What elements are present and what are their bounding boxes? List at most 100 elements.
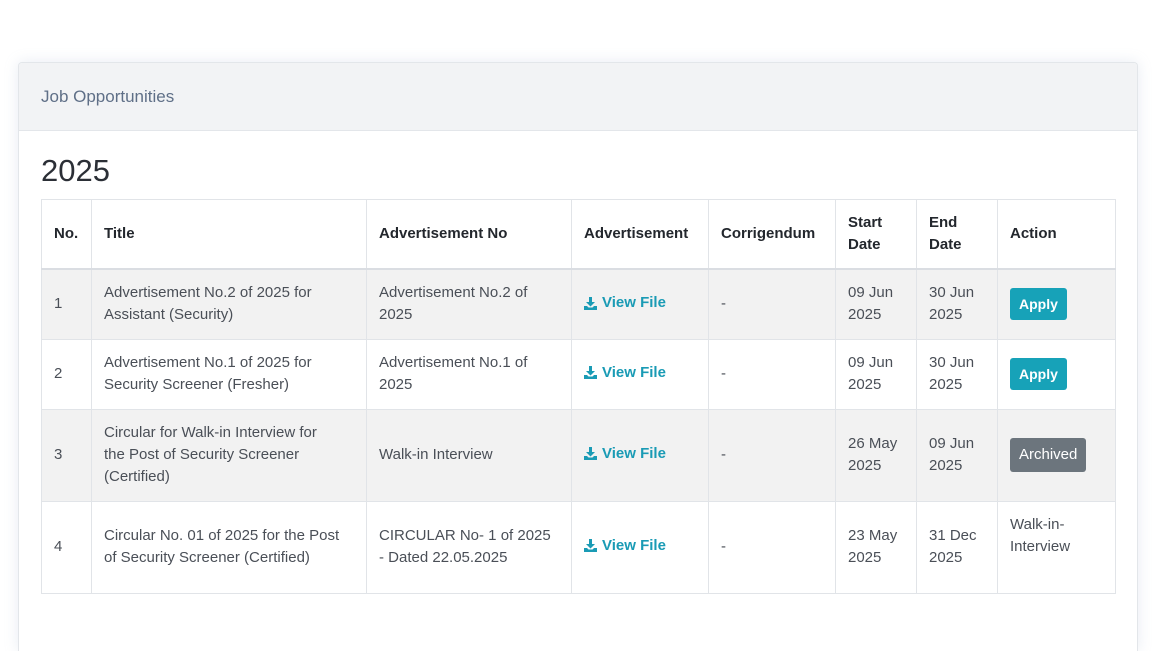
row-end-date-line: 30 Jun	[929, 284, 975, 302]
row-no: 3	[41, 408, 92, 502]
header-advertisement: Advertisement	[571, 199, 709, 270]
row-title: Advertisement No.1 of 2025 for Security …	[91, 338, 367, 410]
row-title-line: the Post of Security Screener	[104, 446, 300, 463]
header-no: No.	[41, 199, 92, 270]
row-adv-no-line: Advertisement No.2 of	[379, 284, 528, 302]
apply-button[interactable]: Apply	[1010, 358, 1067, 390]
row-action-line: Interview	[1010, 537, 1071, 555]
row-start-date-line: 2025	[848, 457, 882, 474]
header-action: Action	[997, 199, 1116, 270]
row-start-date-line: 23 May	[848, 527, 898, 544]
download-icon	[584, 296, 597, 310]
row-title-line: (Certified)	[104, 468, 170, 485]
row-advertisement: View File	[571, 268, 709, 340]
card-header: Job Opportunities	[19, 63, 1137, 131]
header-end-date-line: End	[929, 214, 958, 231]
row-end-date: 31 Dec 2025	[916, 500, 998, 594]
table-row: 4 Circular No. 01 of 2025 for the Post o…	[41, 500, 1116, 594]
year-heading: 2025	[41, 153, 110, 188]
row-advertisement-no: Advertisement No.1 of 2025	[366, 338, 572, 410]
row-advertisement: View File	[571, 338, 709, 410]
view-file-link[interactable]: View File	[584, 535, 666, 557]
row-end-date-line: 2025	[929, 376, 963, 393]
card-title: Job Opportunities	[41, 86, 175, 106]
row-start-date-line: 09 Jun	[848, 284, 894, 302]
row-action: Apply	[997, 338, 1116, 410]
archived-badge: Archived	[1010, 438, 1087, 472]
view-file-label: View File	[602, 536, 666, 554]
table-row: 1 Advertisement No.2 of 2025 for Assista…	[41, 268, 1116, 340]
job-opportunities-card: Job Opportunities 2025 No. Title Adverti…	[18, 62, 1138, 651]
row-title: Circular No. 01 of 2025 for the Post of …	[91, 500, 367, 594]
row-title-line: Security Screener (Fresher)	[104, 376, 290, 393]
row-action: Apply	[997, 268, 1116, 340]
row-adv-no-line: - Dated 22.05.2025	[379, 549, 508, 566]
row-title: Advertisement No.2 of 2025 for Assistant…	[91, 268, 367, 340]
row-adv-no-line: 2025	[379, 306, 413, 324]
download-icon	[584, 447, 597, 461]
row-title-line: Advertisement No.1 of 2025 for	[104, 354, 312, 371]
row-advertisement: View File	[571, 500, 709, 594]
row-advertisement: View File	[571, 408, 709, 502]
header-end-date: End Date	[916, 199, 998, 270]
row-no: 2	[41, 338, 92, 410]
row-corrigendum: -	[708, 500, 836, 594]
row-end-date-line: 30 Jun	[929, 354, 975, 371]
apply-button[interactable]: Apply	[1010, 288, 1067, 321]
header-title: Title	[91, 199, 367, 270]
row-title-line: of Security Screener (Certified)	[104, 549, 310, 566]
download-icon	[584, 366, 597, 380]
row-action: Walk-in- Interview	[997, 500, 1116, 594]
row-advertisement-no: Advertisement No.2 of 2025	[366, 268, 572, 340]
row-title-line: Assistant (Security)	[104, 306, 234, 324]
row-adv-no-line: 2025	[379, 376, 413, 393]
row-corrigendum: -	[708, 268, 836, 340]
download-icon	[584, 539, 597, 553]
row-start-date-line: 09 Jun	[848, 354, 894, 371]
row-start-date: 23 May 2025	[835, 500, 917, 594]
row-no: 4	[41, 500, 92, 594]
row-corrigendum: -	[708, 338, 836, 410]
row-title-line: Circular for Walk-in Interview for	[104, 424, 317, 441]
row-start-date-line: 26 May	[848, 435, 898, 452]
table-row: 3 Circular for Walk-in Interview for the…	[41, 408, 1116, 502]
view-file-link[interactable]: View File	[584, 443, 666, 465]
row-start-date: 09 Jun 2025	[835, 338, 917, 410]
table-header-row: No. Title Advertisement No Advertisement…	[41, 199, 1116, 270]
row-end-date-line: 09 Jun	[929, 435, 975, 452]
row-title-line: Advertisement No.2 of 2025 for	[104, 284, 312, 302]
header-corrigendum: Corrigendum	[708, 199, 836, 270]
header-start-date-line: Date	[848, 236, 881, 253]
row-start-date-line: 2025	[848, 306, 882, 324]
row-end-date: 09 Jun 2025	[916, 408, 998, 502]
row-advertisement-no: Walk-in Interview	[366, 408, 572, 502]
row-title-line: Circular No. 01 of 2025 for the Post	[104, 527, 340, 544]
row-end-date-line: 2025	[929, 457, 963, 474]
view-file-label: View File	[602, 444, 666, 462]
row-start-date: 26 May 2025	[835, 408, 917, 502]
row-action-line: Walk-in-	[1010, 515, 1065, 533]
row-start-date: 09 Jun 2025	[835, 268, 917, 340]
row-advertisement-no: CIRCULAR No- 1 of 2025 - Dated 22.05.202…	[366, 500, 572, 594]
row-adv-no-line: Advertisement No.1 of	[379, 354, 528, 371]
view-file-label: View File	[602, 294, 666, 311]
row-no: 1	[41, 268, 92, 340]
row-end-date-line: 31 Dec	[929, 527, 977, 544]
view-file-link[interactable]: View File	[584, 292, 666, 314]
header-advertisement-no: Advertisement No	[366, 199, 572, 270]
row-start-date-line: 2025	[848, 376, 882, 393]
row-corrigendum: -	[708, 408, 836, 502]
row-end-date: 30 Jun 2025	[916, 268, 998, 340]
row-title: Circular for Walk-in Interview for the P…	[91, 408, 367, 502]
row-start-date-line: 2025	[848, 549, 882, 566]
view-file-link[interactable]: View File	[584, 362, 666, 384]
row-end-date-line: 2025	[929, 549, 963, 566]
row-adv-no-line: CIRCULAR No- 1 of 2025	[379, 527, 551, 544]
header-start-date-line: Start	[848, 214, 883, 231]
view-file-label: View File	[602, 363, 666, 381]
jobs-table: No. Title Advertisement No Advertisement…	[41, 199, 1116, 594]
header-start-date: Start Date	[835, 199, 917, 270]
table-row: 2 Advertisement No.1 of 2025 for Securit…	[41, 338, 1116, 410]
row-adv-no-line: Walk-in Interview	[379, 446, 493, 463]
row-action: Archived	[997, 408, 1116, 502]
